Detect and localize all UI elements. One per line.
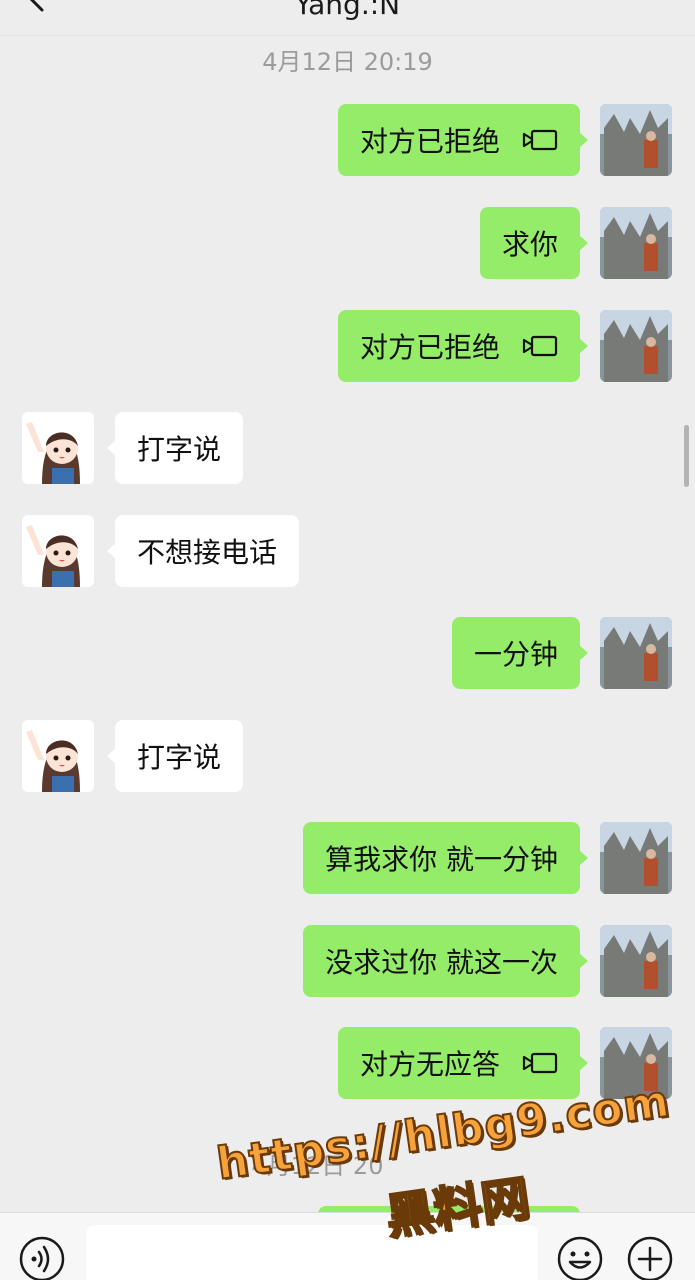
voice-icon [19, 1236, 65, 1280]
my-avatar[interactable] [600, 822, 672, 894]
message-text: 算我求你 就一分钟 [325, 843, 558, 876]
plus-icon [627, 1236, 673, 1280]
my-avatar[interactable] [600, 207, 672, 279]
message-text: 一分钟 [473, 638, 558, 671]
message-text: 打字说 [137, 433, 222, 466]
message-bubble-incoming[interactable]: 打字说 [106, 720, 244, 792]
video-call-icon [522, 335, 558, 357]
message-bubble-outgoing[interactable]: 求你 [479, 207, 589, 279]
message-text: 打字说 [137, 741, 222, 774]
my-avatar[interactable] [600, 1027, 672, 1099]
message-input[interactable] [86, 1225, 538, 1280]
message-bubble-incoming[interactable]: 打字说 [106, 412, 244, 484]
message-text: 求你 [501, 228, 558, 261]
chat-title: Yang.:N [294, 0, 401, 21]
my-avatar[interactable] [600, 104, 672, 176]
message-bubble-outgoing[interactable]: 对方已拒绝 [337, 310, 589, 382]
message-bubble-incoming[interactable]: 不想接电话 [106, 515, 300, 587]
message-text: 不想接电话 [137, 536, 278, 569]
input-bar [0, 1212, 695, 1280]
my-avatar[interactable] [600, 617, 672, 689]
video-call-icon [522, 129, 558, 151]
emoji-icon [557, 1236, 603, 1280]
message-text: 对方已拒绝 [359, 125, 500, 158]
message-text: 对方无应答 [359, 1048, 500, 1081]
emoji-button[interactable] [556, 1235, 604, 1280]
message-bubble-outgoing[interactable]: 对方已拒绝 [337, 104, 589, 176]
chat-header: Yang.:N [0, 0, 695, 36]
voice-button[interactable] [18, 1235, 66, 1280]
message-text: 没求过你 就这一次 [325, 946, 558, 979]
message-bubble-outgoing[interactable]: 没求过你 就这一次 [303, 925, 588, 997]
timestamp: 4月12日 20 [251, 1152, 384, 1180]
my-avatar[interactable] [600, 310, 672, 382]
message-bubble-outgoing[interactable]: 一分钟 [451, 617, 589, 689]
video-call-icon [522, 1052, 558, 1074]
message-bubble-outgoing[interactable]: 对方无应答 [337, 1027, 589, 1099]
more-button[interactable] [626, 1235, 674, 1280]
scrollbar[interactable] [684, 425, 689, 487]
message-text: 对方已拒绝 [359, 331, 500, 364]
my-avatar[interactable] [600, 925, 672, 997]
message-bubble-outgoing[interactable]: 算我求你 就一分钟 [303, 822, 588, 894]
contact-avatar[interactable] [22, 515, 94, 587]
contact-avatar[interactable] [22, 720, 94, 792]
timestamp: 4月12日 20:19 [262, 48, 433, 76]
contact-avatar[interactable] [22, 412, 94, 484]
